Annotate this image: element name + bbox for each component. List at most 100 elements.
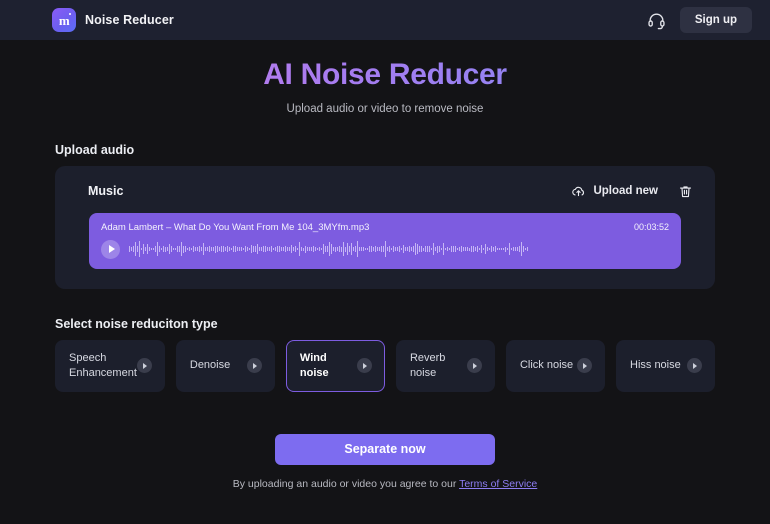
noise-type-list: Speech Enhancement Denoise Wind noise Rever… bbox=[55, 339, 716, 392]
waveform-bar bbox=[467, 247, 468, 251]
waveform-bar bbox=[253, 246, 254, 252]
waveform-bar bbox=[321, 247, 322, 251]
waveform-bar bbox=[263, 246, 264, 252]
waveform-bar bbox=[381, 246, 382, 252]
play-icon bbox=[363, 362, 368, 369]
waveform-bar bbox=[159, 245, 160, 253]
waveform-bar bbox=[339, 245, 340, 253]
noise-type-card-click-noise[interactable]: Click noise bbox=[505, 339, 605, 392]
waveform-bar bbox=[191, 247, 192, 251]
separate-now-button[interactable]: Separate now bbox=[275, 433, 495, 465]
play-icon bbox=[693, 362, 698, 369]
waveform-bar bbox=[511, 247, 512, 251]
waveform-bar bbox=[299, 242, 300, 256]
noise-type-card-denoise[interactable]: Denoise bbox=[175, 339, 275, 392]
trash-icon bbox=[678, 184, 693, 199]
waveform-bar bbox=[337, 246, 338, 252]
waveform-bar bbox=[385, 241, 386, 257]
waveform-bar bbox=[251, 245, 252, 253]
waveform-bar bbox=[261, 246, 262, 252]
waveform-bar bbox=[227, 246, 228, 252]
audio-waveform[interactable] bbox=[129, 240, 669, 258]
waveform-bar bbox=[305, 245, 306, 253]
upload-card-header: Music Upload new bbox=[77, 184, 693, 199]
preview-play-button[interactable] bbox=[687, 358, 703, 373]
preview-play-button[interactable] bbox=[136, 358, 152, 373]
waveform-bar bbox=[351, 242, 352, 256]
preview-play-button[interactable] bbox=[246, 358, 262, 373]
play-icon bbox=[143, 362, 148, 369]
waveform-bar bbox=[171, 245, 172, 253]
preview-play-button[interactable] bbox=[577, 358, 592, 373]
waveform-bar bbox=[155, 246, 156, 252]
waveform-bar bbox=[141, 248, 142, 250]
waveform-bar bbox=[143, 243, 144, 255]
waveform-bar bbox=[197, 247, 198, 251]
waveform-bar bbox=[287, 247, 288, 251]
waveform-bar bbox=[225, 246, 226, 252]
upload-new-button[interactable]: Upload new bbox=[571, 184, 658, 199]
waveform-bar bbox=[245, 245, 246, 253]
preview-play-button[interactable] bbox=[466, 358, 482, 373]
terms-of-service-link[interactable]: Terms of Service bbox=[459, 478, 537, 490]
waveform-bar bbox=[473, 246, 474, 252]
noise-type-card-hiss-noise[interactable]: Hiss noise bbox=[616, 339, 716, 392]
waveform-bar bbox=[443, 243, 444, 255]
waveform-bar bbox=[503, 247, 504, 251]
preview-play-button[interactable] bbox=[356, 358, 372, 373]
waveform-bar bbox=[431, 248, 432, 250]
waveform-bar bbox=[507, 248, 508, 250]
waveform-bar bbox=[179, 245, 180, 253]
waveform-bar bbox=[373, 247, 374, 251]
waveform-bar bbox=[523, 246, 524, 252]
sign-up-button[interactable]: Sign up bbox=[679, 7, 752, 33]
play-button[interactable] bbox=[101, 239, 120, 259]
waveform-bar bbox=[375, 246, 376, 252]
waveform-bar bbox=[423, 247, 424, 251]
noise-type-card-wind-noise[interactable]: Wind noise bbox=[285, 339, 385, 392]
waveform-bar bbox=[209, 246, 210, 252]
noise-type-card-reverb-noise[interactable]: Reverb noise bbox=[395, 339, 495, 392]
waveform-bar bbox=[455, 246, 456, 252]
waveform-bar bbox=[501, 248, 502, 250]
waveform-bar bbox=[281, 246, 282, 252]
headset-icon[interactable] bbox=[647, 11, 666, 30]
waveform-bar bbox=[183, 245, 184, 253]
play-icon bbox=[108, 245, 115, 253]
page-title: AI Noise Reducer bbox=[0, 56, 770, 94]
waveform-bar bbox=[153, 248, 154, 250]
noise-type-card-speech-enhancement[interactable]: Speech Enhancement bbox=[55, 339, 165, 392]
waveform-bar bbox=[457, 248, 458, 250]
terms-prefix: By uploading an audio or video you agree… bbox=[232, 477, 460, 490]
waveform-bar bbox=[437, 245, 438, 253]
waveform-bar bbox=[393, 245, 394, 253]
waveform-bar bbox=[151, 248, 152, 250]
waveform-bar bbox=[323, 243, 324, 255]
waveform-bar bbox=[239, 247, 240, 251]
waveform-bar bbox=[193, 246, 194, 252]
waveform-bar bbox=[243, 248, 244, 250]
waveform-bar bbox=[509, 243, 510, 255]
waveform-bar bbox=[395, 247, 396, 251]
waveform-bar bbox=[249, 247, 250, 251]
waveform-bar bbox=[369, 246, 370, 252]
waveform-bar bbox=[405, 246, 406, 252]
noise-type-section-title: Select noise reduciton type bbox=[55, 316, 218, 331]
waveform-bar bbox=[347, 243, 348, 255]
waveform-bar bbox=[417, 244, 418, 254]
waveform-bar bbox=[255, 246, 256, 252]
waveform-bar bbox=[201, 247, 202, 251]
waveform-bar bbox=[349, 246, 350, 252]
waveform-bar bbox=[307, 247, 308, 251]
track-duration: 00:03:52 bbox=[633, 222, 669, 232]
waveform-bar bbox=[295, 246, 296, 252]
delete-audio-button[interactable] bbox=[678, 184, 693, 199]
logo-letter: m bbox=[58, 12, 70, 28]
waveform-bar bbox=[283, 246, 284, 252]
waveform-bar bbox=[447, 247, 448, 251]
brand[interactable]: m Noise Reducer bbox=[52, 8, 174, 32]
waveform-bar bbox=[425, 246, 426, 252]
waveform-bar bbox=[215, 245, 216, 253]
waveform-bar bbox=[439, 245, 440, 253]
waveform-bar bbox=[407, 247, 408, 251]
